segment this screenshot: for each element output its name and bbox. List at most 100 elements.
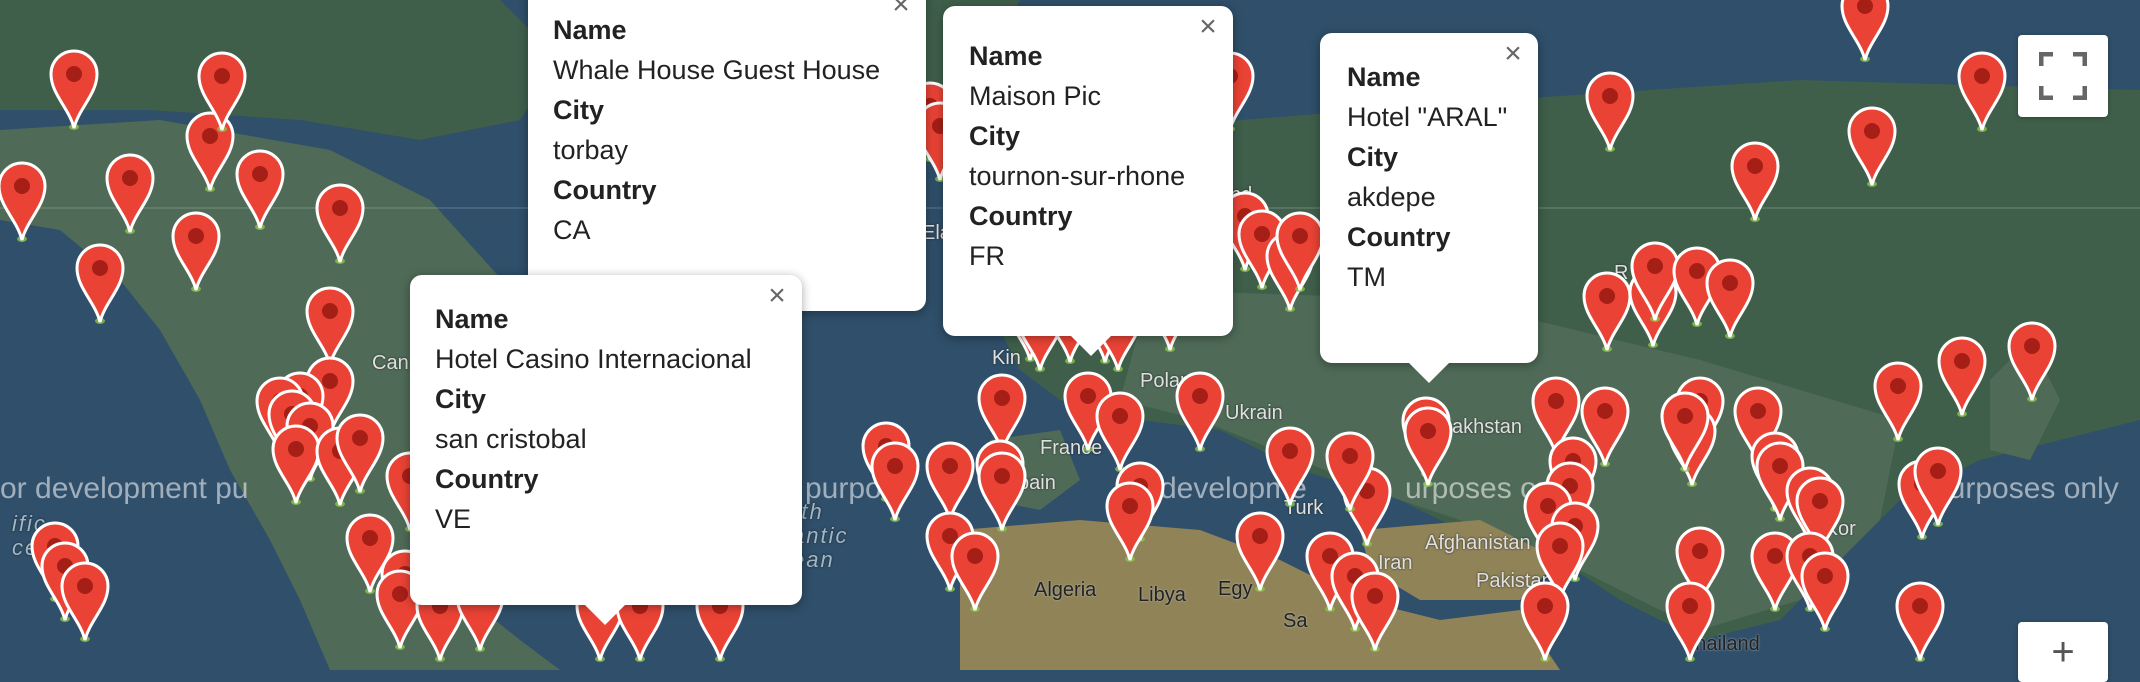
map-marker-pin-icon[interactable] <box>195 50 249 132</box>
map-marker-pin-icon[interactable] <box>0 160 49 242</box>
map-marker-pin-icon[interactable] <box>1798 550 1852 632</box>
close-icon[interactable]: × <box>764 281 790 311</box>
map-place-label: Can <box>372 352 409 374</box>
map-marker-pin-icon[interactable] <box>1348 570 1402 652</box>
city-label: City <box>553 95 605 125</box>
info-window-hotel-aral: × Name Hotel "ARAL" City akdepe Country … <box>1320 33 1538 383</box>
map-marker-pin-icon[interactable] <box>975 450 1029 532</box>
name-label: Name <box>1347 62 1421 92</box>
pin-icon <box>75 243 125 324</box>
map-marker-pin-icon[interactable] <box>1273 210 1327 292</box>
pin-icon <box>1800 551 1850 632</box>
map-marker-pin-icon[interactable] <box>233 148 287 230</box>
info-window-tail <box>1409 363 1449 383</box>
pin-icon <box>315 183 365 264</box>
map-marker-pin-icon[interactable] <box>1233 510 1287 592</box>
pin-icon <box>870 441 920 522</box>
name-label: Name <box>435 304 509 334</box>
map-marker-pin-icon[interactable] <box>1893 580 1947 662</box>
country-label: Country <box>969 201 1073 231</box>
pin-icon <box>235 149 285 230</box>
map-marker-pin-icon[interactable] <box>1658 390 1712 472</box>
pin-icon <box>1325 431 1375 512</box>
pin-icon <box>49 49 99 130</box>
city-value: torbay <box>553 135 629 165</box>
fullscreen-icon <box>2039 52 2087 100</box>
pin-icon <box>1660 391 1710 472</box>
map-marker-pin-icon[interactable] <box>169 210 223 292</box>
pin-icon <box>1895 581 1945 662</box>
name-label: Name <box>553 15 627 45</box>
map-marker-pin-icon[interactable] <box>1955 50 2009 132</box>
map-marker-pin-icon[interactable] <box>1401 405 1455 487</box>
info-window-hotel-casino: × Name Hotel Casino Internacional City s… <box>410 275 802 625</box>
map-marker-pin-icon[interactable] <box>1583 70 1637 152</box>
map-marker-pin-icon[interactable] <box>1518 580 1572 662</box>
map-place-label: Sa <box>1283 610 1308 632</box>
plus-icon: + <box>2051 630 2075 674</box>
city-value: akdepe <box>1347 182 1436 212</box>
pin-icon <box>1585 71 1635 152</box>
map-marker-pin-icon[interactable] <box>1663 580 1717 662</box>
map-place-label: akhstan <box>1452 416 1523 438</box>
map-marker-pin-icon[interactable] <box>1263 425 1317 507</box>
hotel-name: Whale House Guest House <box>553 55 881 85</box>
city-label: City <box>435 384 487 414</box>
map-marker-pin-icon[interactable] <box>103 152 157 234</box>
map-marker-pin-icon[interactable] <box>1103 480 1157 562</box>
map-marker-pin-icon[interactable] <box>47 48 101 130</box>
map-marker-pin-icon[interactable] <box>58 560 112 642</box>
pin-icon <box>2007 321 2057 402</box>
pin-icon <box>1175 371 1225 452</box>
map-marker-pin-icon[interactable] <box>313 182 367 264</box>
pin-icon <box>1275 211 1325 292</box>
hotel-name: Maison Pic <box>969 81 1102 111</box>
pin-icon <box>0 161 47 242</box>
map-marker-pin-icon[interactable] <box>1871 360 1925 442</box>
hotel-name: Hotel "ARAL" <box>1347 102 1508 132</box>
map-marker-pin-icon[interactable] <box>333 412 387 494</box>
map-marker-pin-icon[interactable] <box>1911 445 1965 527</box>
pin-icon <box>1730 141 1780 222</box>
map-marker-pin-icon[interactable] <box>73 242 127 324</box>
map-marker-pin-icon[interactable] <box>1728 140 1782 222</box>
map-marker-pin-icon[interactable] <box>948 530 1002 612</box>
map-marker-pin-icon[interactable] <box>1703 257 1757 339</box>
pin-icon <box>1847 106 1897 187</box>
city-label: City <box>1347 142 1399 172</box>
map-place-label: Algeria <box>1034 579 1097 601</box>
pin-icon <box>1913 446 1963 527</box>
city-value: san cristobal <box>435 424 587 454</box>
close-icon[interactable]: × <box>888 0 914 20</box>
map-marker-pin-icon[interactable] <box>1935 335 1989 417</box>
info-window-tail <box>585 605 625 625</box>
city-value: tournon-sur-rhone <box>969 161 1186 191</box>
info-window-whale-house: × Name Whale House Guest House City torb… <box>528 0 926 311</box>
map-marker-pin-icon[interactable] <box>1323 430 1377 512</box>
country-value: TM <box>1347 262 1386 292</box>
fullscreen-button[interactable] <box>2018 35 2108 117</box>
map-marker-pin-icon[interactable] <box>1838 0 1892 62</box>
pin-icon <box>105 153 155 234</box>
map-marker-pin-icon[interactable] <box>1845 105 1899 187</box>
country-value: CA <box>553 215 591 245</box>
pin-icon <box>1520 581 1570 662</box>
info-window-tail <box>1071 336 1111 356</box>
map-marker-pin-icon[interactable] <box>868 440 922 522</box>
pin-icon <box>1705 258 1755 339</box>
country-label: Country <box>435 464 539 494</box>
pin-icon <box>1665 581 1715 662</box>
hotel-name: Hotel Casino Internacional <box>435 344 752 374</box>
pin-icon <box>171 211 221 292</box>
pin-icon <box>1265 426 1315 507</box>
pin-icon <box>950 531 1000 612</box>
pin-icon <box>1235 511 1285 592</box>
map-marker-pin-icon[interactable] <box>1173 370 1227 452</box>
info-window-maison-pic: × Name Maison Pic City tournon-sur-rhone… <box>943 6 1233 356</box>
pin-icon <box>335 413 385 494</box>
country-value: VE <box>435 504 472 534</box>
close-icon[interactable]: × <box>1195 12 1221 42</box>
map-marker-pin-icon[interactable] <box>2005 320 2059 402</box>
country-label: Country <box>1347 222 1451 252</box>
zoom-in-button[interactable]: + <box>2018 622 2108 682</box>
